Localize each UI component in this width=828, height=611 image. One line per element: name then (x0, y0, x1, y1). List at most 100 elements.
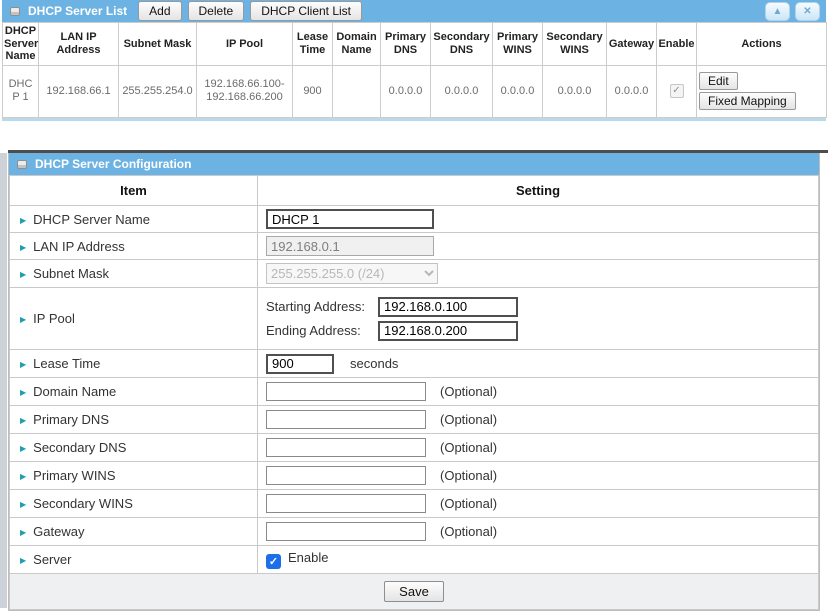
dhcp-server-list-table: DHCP Server Name LAN IP Address Subnet M… (2, 22, 827, 118)
panel-marker-icon (17, 160, 27, 169)
cell-domain-name (333, 65, 381, 117)
close-icon[interactable]: ✕ (795, 2, 820, 21)
dhcp-client-list-button[interactable]: DHCP Client List (250, 1, 362, 21)
bullet-icon: ▶ (20, 444, 26, 453)
dhcp-server-list-panel: DHCP Server List Add Delete DHCP Client … (2, 0, 826, 121)
cell-secondary-wins: 0.0.0.0 (543, 65, 607, 117)
server-enable-label: Enable (288, 550, 328, 565)
panel-marker-icon (10, 7, 20, 16)
server-enable-checkbox[interactable]: ✓ (266, 554, 281, 569)
secondary-dns-label: ▶Secondary DNS (10, 434, 258, 462)
list-bottom-border (2, 118, 826, 121)
left-edge-strip (0, 153, 7, 608)
cell-primary-dns: 0.0.0.0 (381, 65, 431, 117)
row-primary-wins: ▶Primary WINS (Optional) (10, 462, 819, 490)
cell-enable: ✓ (657, 65, 697, 117)
dhcp-server-name-label: ▶DHCP Server Name (10, 206, 258, 233)
col-domain-name: Domain Name (333, 23, 381, 66)
row-primary-dns: ▶Primary DNS (Optional) (10, 406, 819, 434)
table-row: DHCP 1 192.168.66.1 255.255.254.0 192.16… (3, 65, 827, 117)
col-secondary-dns: Secondary DNS (431, 23, 493, 66)
bullet-icon: ▶ (20, 528, 26, 537)
primary-dns-label: ▶Primary DNS (10, 406, 258, 434)
config-footer-row: Save (10, 574, 819, 610)
enable-checkbox-disabled[interactable]: ✓ (670, 84, 684, 98)
secondary-dns-input[interactable] (266, 438, 426, 457)
bullet-icon: ▶ (20, 270, 26, 279)
dhcp-server-name-input[interactable] (266, 209, 434, 229)
add-button[interactable]: Add (138, 1, 181, 21)
optional-note: (Optional) (440, 412, 497, 427)
bullet-icon: ▶ (20, 216, 26, 225)
table-header-row: DHCP Server Name LAN IP Address Subnet M… (3, 23, 827, 66)
subnet-mask-label: ▶Subnet Mask (10, 260, 258, 288)
bullet-icon: ▶ (20, 360, 26, 369)
primary-wins-label: ▶Primary WINS (10, 462, 258, 490)
col-gateway: Gateway (607, 23, 657, 66)
bullet-icon: ▶ (20, 315, 26, 324)
optional-note: (Optional) (440, 384, 497, 399)
lease-time-unit: seconds (350, 356, 398, 371)
edit-button[interactable]: Edit (699, 72, 738, 90)
dhcp-server-configuration-panel: DHCP Server Configuration Item Setting ▶… (8, 153, 820, 611)
primary-dns-input[interactable] (266, 410, 426, 429)
cell-server-name: DHCP 1 (3, 65, 39, 117)
row-secondary-wins: ▶Secondary WINS (Optional) (10, 490, 819, 518)
server-label: ▶Server (10, 546, 258, 574)
gateway-input[interactable] (266, 522, 426, 541)
col-ip-pool: IP Pool (197, 23, 293, 66)
bullet-icon: ▶ (20, 388, 26, 397)
dhcp-server-configuration-header-bar: DHCP Server Configuration (9, 153, 819, 175)
col-subnet-mask: Subnet Mask (119, 23, 197, 66)
bullet-icon: ▶ (20, 416, 26, 425)
delete-button[interactable]: Delete (188, 1, 245, 21)
lease-time-label: ▶Lease Time (10, 350, 258, 378)
dhcp-server-list-header-bar: DHCP Server List Add Delete DHCP Client … (2, 0, 826, 22)
domain-name-input[interactable] (266, 382, 426, 401)
item-header: Item (10, 176, 258, 206)
dhcp-server-configuration-table: Item Setting ▶DHCP Server Name ▶LAN IP A… (9, 175, 819, 610)
fixed-mapping-button[interactable]: Fixed Mapping (699, 92, 796, 110)
cell-secondary-dns: 0.0.0.0 (431, 65, 493, 117)
starting-address-label: Starting Address: (266, 299, 378, 314)
col-lease-time: Lease Time (293, 23, 333, 66)
bullet-icon: ▶ (20, 243, 26, 252)
panel-title: DHCP Server List (28, 4, 127, 18)
secondary-wins-input[interactable] (266, 494, 426, 513)
cell-lan-ip: 192.168.66.1 (39, 65, 119, 117)
gateway-label: ▶Gateway (10, 518, 258, 546)
row-lan-ip-address: ▶LAN IP Address (10, 233, 819, 260)
bullet-icon: ▶ (20, 500, 26, 509)
row-lease-time: ▶Lease Time seconds (10, 350, 819, 378)
row-server: ▶Server ✓ Enable (10, 546, 819, 574)
col-primary-wins: Primary WINS (493, 23, 543, 66)
col-lan-ip-address: LAN IP Address (39, 23, 119, 66)
ending-address-label: Ending Address: (266, 323, 378, 338)
optional-note: (Optional) (440, 496, 497, 511)
row-secondary-dns: ▶Secondary DNS (Optional) (10, 434, 819, 462)
cell-lease-time: 900 (293, 65, 333, 117)
ip-pool-label: ▶IP Pool (10, 288, 258, 350)
panel-title: DHCP Server Configuration (35, 157, 191, 171)
col-primary-dns: Primary DNS (381, 23, 431, 66)
collapse-icon[interactable]: ▲ (765, 2, 790, 21)
lease-time-input[interactable] (266, 354, 334, 374)
config-header-row: Item Setting (10, 176, 819, 206)
col-enable: Enable (657, 23, 697, 66)
row-ip-pool: ▶IP Pool Starting Address: Ending Addres… (10, 288, 819, 350)
cell-primary-wins: 0.0.0.0 (493, 65, 543, 117)
lan-ip-address-input (266, 236, 434, 256)
col-secondary-wins: Secondary WINS (543, 23, 607, 66)
starting-address-input[interactable] (378, 297, 518, 317)
domain-name-label: ▶Domain Name (10, 378, 258, 406)
optional-note: (Optional) (440, 468, 497, 483)
optional-note: (Optional) (440, 440, 497, 455)
col-dhcp-server-name: DHCP Server Name (3, 23, 39, 66)
subnet-mask-select: 255.255.255.0 (/24) (266, 263, 438, 284)
row-gateway: ▶Gateway (Optional) (10, 518, 819, 546)
bullet-icon: ▶ (20, 472, 26, 481)
col-actions: Actions (697, 23, 827, 66)
primary-wins-input[interactable] (266, 466, 426, 485)
save-button[interactable]: Save (384, 581, 444, 602)
ending-address-input[interactable] (378, 321, 518, 341)
